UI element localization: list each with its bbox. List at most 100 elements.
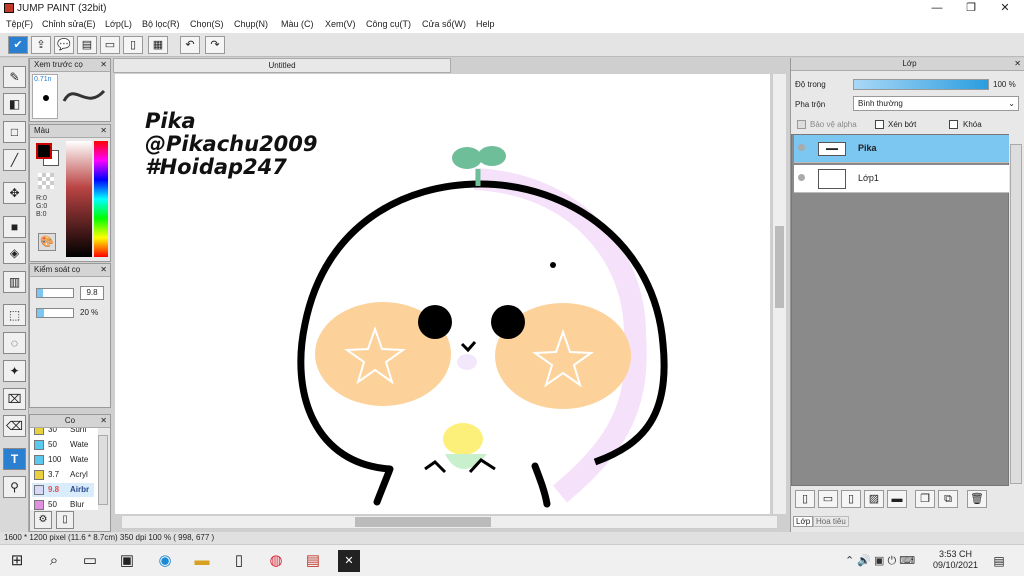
menu-edit[interactable]: Chỉnh sửa(E) — [42, 19, 96, 29]
new-layer-icon[interactable]: ▯ — [795, 490, 815, 508]
jump-paint-icon[interactable]: ▤ — [302, 550, 324, 572]
undo-icon[interactable]: ↶ — [180, 36, 200, 54]
eye-icon[interactable] — [798, 174, 805, 181]
layer-opacity-slider[interactable] — [853, 79, 989, 90]
menu-capture[interactable]: Chụp(N) — [234, 19, 268, 29]
maximize-button[interactable]: ❐ — [954, 0, 988, 17]
redo-icon[interactable]: ↷ — [205, 36, 225, 54]
lasso-tool-icon[interactable]: ◌ — [3, 332, 26, 354]
menu-select[interactable]: Chọn(S) — [190, 19, 224, 29]
close-button[interactable]: ✕ — [988, 0, 1022, 17]
panel-title: Lớp — [902, 59, 917, 68]
duplicate-layer-icon[interactable]: ❐ — [915, 490, 935, 508]
edge-icon[interactable]: ◉ — [154, 550, 176, 572]
menu-view[interactable]: Xem(V) — [325, 19, 356, 29]
message-icon[interactable]: ▤ — [77, 36, 97, 54]
menu-color[interactable]: Màu (C) — [281, 19, 314, 29]
notification-icon[interactable]: ▤ — [988, 550, 1010, 572]
bucket-tool-icon[interactable]: ◈ — [3, 242, 26, 264]
select-pen-tool-icon[interactable]: ⌧ — [3, 388, 26, 410]
drawing-canvas[interactable]: Pika @Pikachu2009 #Hoidap247 — [115, 74, 770, 514]
brush-color-swatch — [34, 428, 44, 435]
new-raster-layer-icon[interactable]: ▭ — [818, 490, 838, 508]
lock-checkbox[interactable] — [949, 120, 958, 129]
rect-select-tool-icon[interactable]: ⬚ — [3, 304, 26, 326]
page-icon[interactable]: ▯ — [123, 36, 143, 54]
layers-scrollbar[interactable] — [1010, 144, 1022, 484]
size-value[interactable]: 9.8 — [80, 286, 104, 300]
opacity-slider[interactable] — [36, 308, 74, 318]
brush-list-item[interactable]: 3.7 Acryl — [32, 468, 94, 482]
tab-layers[interactable]: Lớp — [793, 516, 814, 527]
hue-slider[interactable] — [94, 141, 108, 257]
menu-window[interactable]: Cửa sổ(W) — [422, 19, 466, 29]
tab-navigator[interactable]: Hoa tiêu — [813, 516, 849, 527]
close-icon[interactable]: ✕ — [100, 415, 107, 427]
magic-wand-tool-icon[interactable]: ✦ — [3, 360, 26, 382]
close-icon[interactable]: ✕ — [100, 264, 107, 276]
eyedropper-tool-icon[interactable]: ⚲ — [3, 476, 26, 498]
blank-file-icon[interactable]: ▯ — [228, 550, 250, 572]
horizontal-scrollbar[interactable] — [121, 515, 778, 529]
new-vector-layer-icon[interactable]: ▯ — [841, 490, 861, 508]
task-view-icon[interactable]: ▭ — [79, 550, 101, 572]
trash-icon[interactable]: 🗑 — [967, 490, 987, 508]
folder-icon[interactable]: ▬ — [191, 550, 213, 572]
system-tray-icons[interactable]: ⌃ 🔊 ▣ ⏻ ⌨ — [845, 554, 915, 568]
blend-mode-select[interactable]: Bình thường ⌄ — [853, 96, 1019, 111]
layer-row-pika[interactable]: ▬▬ Pika — [794, 135, 1009, 163]
close-icon[interactable]: ✕ — [100, 59, 107, 71]
menu-help[interactable]: Help — [476, 19, 495, 29]
store-icon[interactable]: ▣ — [116, 550, 138, 572]
close-icon[interactable]: ✕ — [1014, 58, 1021, 70]
speech-bubble-icon[interactable]: 💬 — [54, 36, 74, 54]
text-tool-icon[interactable]: T — [3, 448, 26, 470]
saturation-picker[interactable] — [66, 141, 92, 257]
grid-icon[interactable]: ▦ — [148, 36, 168, 54]
check-icon[interactable]: ✔ — [8, 36, 28, 54]
new-folder-icon[interactable]: ▬ — [887, 490, 907, 508]
new-brush-icon[interactable]: ▯ — [56, 511, 74, 529]
brush-list-item[interactable]: 30 Surfi — [32, 428, 94, 437]
brush-size-label: 0.71n — [34, 76, 52, 83]
rectangle-tool-icon[interactable]: □ — [3, 121, 26, 143]
clipping-checkbox[interactable] — [875, 120, 884, 129]
layer-row-lop1[interactable]: Lớp1 — [794, 165, 1009, 193]
select-eraser-tool-icon[interactable]: ⌫ — [3, 415, 26, 437]
move-tool-icon[interactable]: ✥ — [3, 182, 26, 204]
foreground-color-swatch[interactable] — [36, 143, 52, 159]
brush-list-item[interactable]: 9.8 Airbr — [32, 483, 94, 497]
brush-list-item[interactable]: 100 Wate — [32, 453, 94, 467]
eye-icon[interactable] — [798, 144, 805, 151]
menu-layer[interactable]: Lớp(L) — [105, 19, 132, 29]
search-icon[interactable]: ⌕ — [43, 550, 65, 572]
chrome-icon[interactable]: ◍ — [265, 550, 287, 572]
brush-tool-icon[interactable]: ✎ — [3, 66, 26, 88]
transparent-color-swatch[interactable] — [38, 173, 54, 189]
menu-file[interactable]: Tệp(F) — [6, 19, 33, 29]
windows-start-icon[interactable]: ⊞ — [6, 550, 28, 572]
share-icon[interactable]: ⇪ — [31, 36, 51, 54]
scrollbar[interactable] — [98, 435, 108, 505]
merge-layer-icon[interactable]: ⧉ — [938, 490, 958, 508]
vertical-scrollbar[interactable] — [772, 74, 786, 514]
document-icon[interactable]: ▭ — [100, 36, 120, 54]
minimize-button[interactable]: — — [920, 0, 954, 17]
brush-list-item[interactable]: 50 Wate — [32, 438, 94, 452]
capcut-icon[interactable]: ✕ — [338, 550, 360, 572]
eraser-tool-icon[interactable]: ◧ — [3, 93, 26, 115]
protect-alpha-checkbox[interactable] — [797, 120, 806, 129]
new-tone-layer-icon[interactable]: ▨ — [864, 490, 884, 508]
menu-filter[interactable]: Bộ lọc(R) — [142, 19, 180, 29]
palette-icon[interactable]: 🎨 — [38, 233, 56, 251]
close-icon[interactable]: ✕ — [100, 125, 107, 137]
gradient-tool-icon[interactable]: ▥ — [3, 271, 26, 293]
fill-shape-tool-icon[interactable]: ■ — [3, 216, 26, 238]
line-tool-icon[interactable]: ╱ — [3, 149, 26, 171]
brush-size-value: 9.8 — [48, 485, 60, 494]
brush-list-item[interactable]: 50 Blur — [32, 498, 94, 510]
menu-tools[interactable]: Công cụ(T) — [366, 19, 411, 29]
document-tab[interactable]: Untitled — [113, 58, 451, 73]
size-slider[interactable] — [36, 288, 74, 298]
brush-settings-icon[interactable]: ⚙ — [34, 511, 52, 529]
